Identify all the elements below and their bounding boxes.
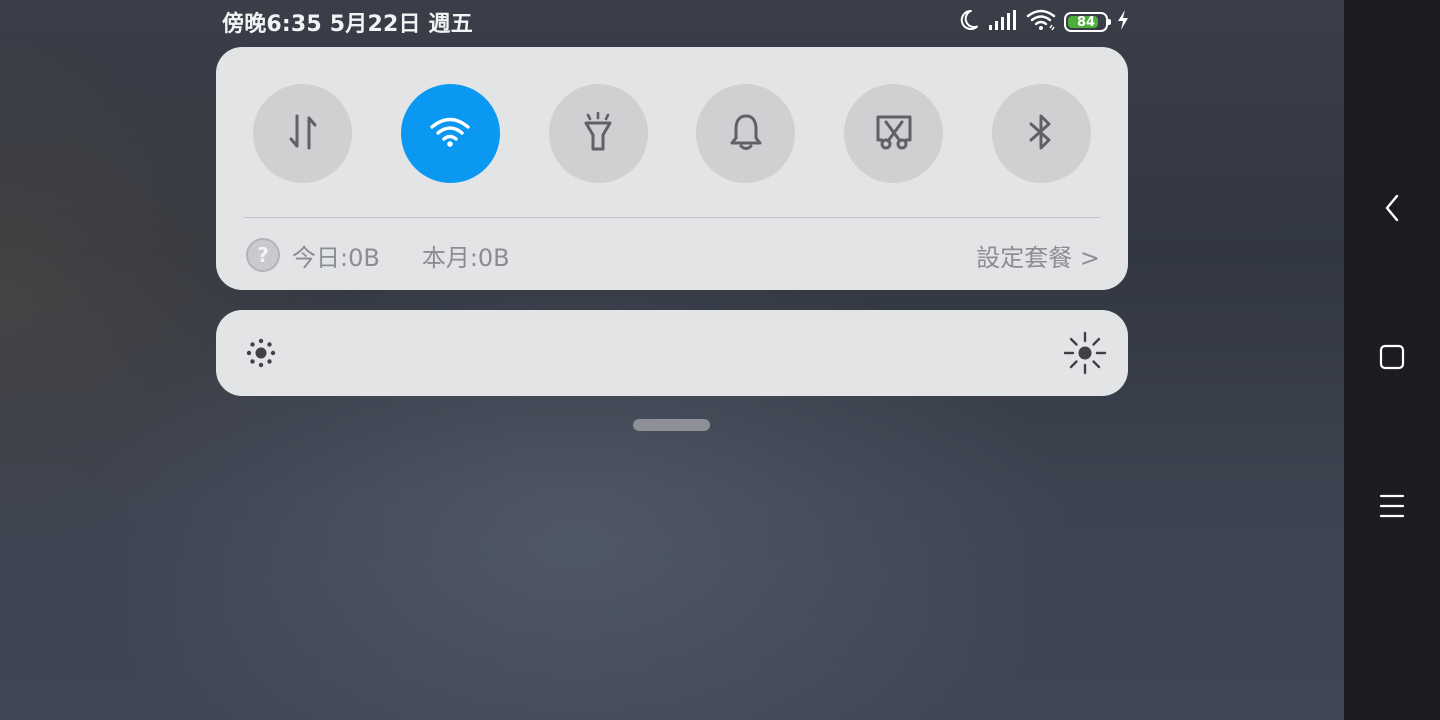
status-icons: 84 <box>956 8 1130 36</box>
toggle-bluetooth[interactable] <box>991 84 1091 183</box>
quick-toggle-row <box>253 84 1091 183</box>
toggle-wifi[interactable] <box>400 84 500 183</box>
toggle-sound[interactable] <box>696 84 796 183</box>
bluetooth-icon <box>1025 112 1057 156</box>
toggle-flashlight[interactable] <box>548 84 648 183</box>
back-icon <box>1382 193 1402 227</box>
wifi-icon <box>1026 8 1056 36</box>
battery-tip <box>1108 19 1111 25</box>
data-usage-row: ? 今日:0B 本月:0B 設定套餐 > <box>246 235 1100 275</box>
status-time-date: 傍晚6:35 5月22日 週五 <box>222 12 473 37</box>
home-button[interactable] <box>1368 335 1416 383</box>
back-button[interactable] <box>1368 186 1416 234</box>
moon-icon <box>956 8 980 36</box>
home-icon <box>1378 343 1406 375</box>
toggle-mobile-data[interactable] <box>253 84 352 183</box>
battery-icon: 84 <box>1064 12 1111 32</box>
bell-icon <box>728 112 764 156</box>
wifi-icon <box>429 116 471 152</box>
drag-handle[interactable] <box>633 419 710 431</box>
navigation-bar <box>1344 0 1440 720</box>
help-icon[interactable]: ? <box>246 238 280 272</box>
data-transfer-icon <box>286 112 320 156</box>
brightness-low-icon <box>242 334 280 372</box>
quick-settings-panel: ? 今日:0B 本月:0B 設定套餐 > <box>216 47 1128 290</box>
panel-divider <box>244 217 1100 218</box>
screenshot-scissors-icon <box>874 112 914 156</box>
brightness-track[interactable] <box>296 351 1048 355</box>
status-bar: 傍晚6:35 5月22日 週五 84 <box>222 0 1130 44</box>
brightness-high-icon <box>1062 330 1108 376</box>
usage-today: 今日:0B <box>292 243 380 272</box>
menu-icon <box>1378 493 1406 523</box>
set-plan-link[interactable]: 設定套餐 > <box>976 238 1100 273</box>
battery-level-text: 84 <box>1076 14 1096 30</box>
brightness-slider[interactable] <box>216 310 1128 396</box>
charging-icon <box>1116 9 1130 35</box>
signal-icon <box>988 9 1018 35</box>
toggle-screenshot[interactable] <box>844 84 944 183</box>
usage-month: 本月:0B <box>421 243 510 272</box>
flashlight-icon <box>580 111 616 157</box>
menu-button[interactable] <box>1368 484 1416 532</box>
